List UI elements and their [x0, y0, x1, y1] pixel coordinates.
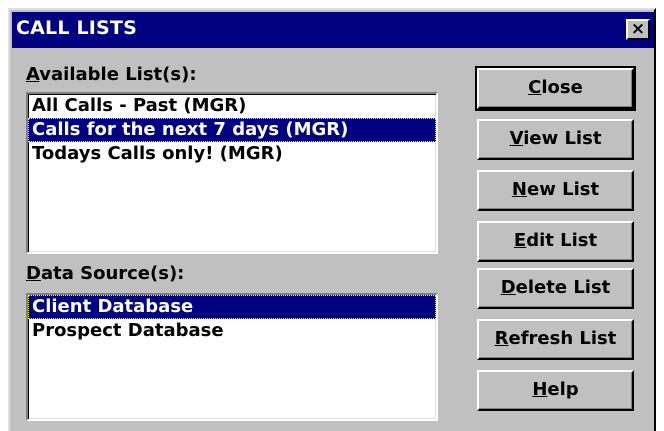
data-sources-label-rest: ata Source(s): [40, 263, 185, 284]
list-item-calls-next-7-days[interactable]: Calls for the next 7 days (MGR) [28, 118, 436, 142]
available-lists-label-mnemonic: A [26, 64, 40, 85]
view-list-button-mnemonic: V [509, 128, 524, 149]
refresh-list-button-mnemonic: R [494, 328, 509, 349]
delete-list-button-mnemonic: D [500, 277, 516, 298]
view-list-button[interactable]: View List [477, 119, 634, 160]
data-sources-label-mnemonic: D [26, 263, 41, 284]
close-button[interactable]: Close [475, 66, 636, 111]
help-button-rest: elp [547, 379, 579, 400]
list-item-todays-calls[interactable]: Todays Calls only! (MGR) [28, 142, 436, 166]
delete-list-button-rest: elete List [515, 277, 611, 298]
list-item-client-database[interactable]: Client Database [28, 295, 436, 319]
help-button-mnemonic: H [532, 379, 548, 400]
data-sources-label: Data Source(s): [26, 263, 184, 284]
close-button-mnemonic: C [528, 77, 542, 98]
available-lists-label-rest: vailable List(s): [39, 64, 197, 85]
delete-list-button[interactable]: Delete List [477, 268, 634, 309]
new-list-button[interactable]: New List [477, 170, 634, 211]
refresh-list-button[interactable]: Refresh List [477, 319, 634, 360]
edit-list-button-mnemonic: E [513, 230, 527, 251]
call-lists-dialog: CALL LISTS × Available List(s): All Call… [8, 8, 656, 431]
list-item-prospect-database[interactable]: Prospect Database [28, 319, 436, 343]
list-item-all-calls-past[interactable]: All Calls - Past (MGR) [28, 94, 436, 118]
edit-list-button-rest: dit List [526, 230, 598, 251]
close-icon[interactable]: × [626, 19, 650, 40]
available-lists-label: Available List(s): [26, 64, 197, 85]
edit-list-button[interactable]: Edit List [477, 221, 634, 262]
available-lists-listbox[interactable]: All Calls - Past (MGR) Calls for the nex… [26, 92, 438, 254]
refresh-list-button-rest: efresh List [508, 328, 617, 349]
close-button-rest: lose [541, 77, 583, 98]
help-button[interactable]: Help [477, 370, 634, 411]
new-list-button-rest: ew List [527, 179, 600, 200]
window-title: CALL LISTS [16, 17, 137, 39]
title-bar[interactable]: CALL LISTS × [12, 12, 654, 48]
new-list-button-mnemonic: N [511, 179, 527, 200]
view-list-button-rest: iew List [523, 128, 602, 149]
data-sources-listbox[interactable]: Client Database Prospect Database [26, 293, 438, 421]
